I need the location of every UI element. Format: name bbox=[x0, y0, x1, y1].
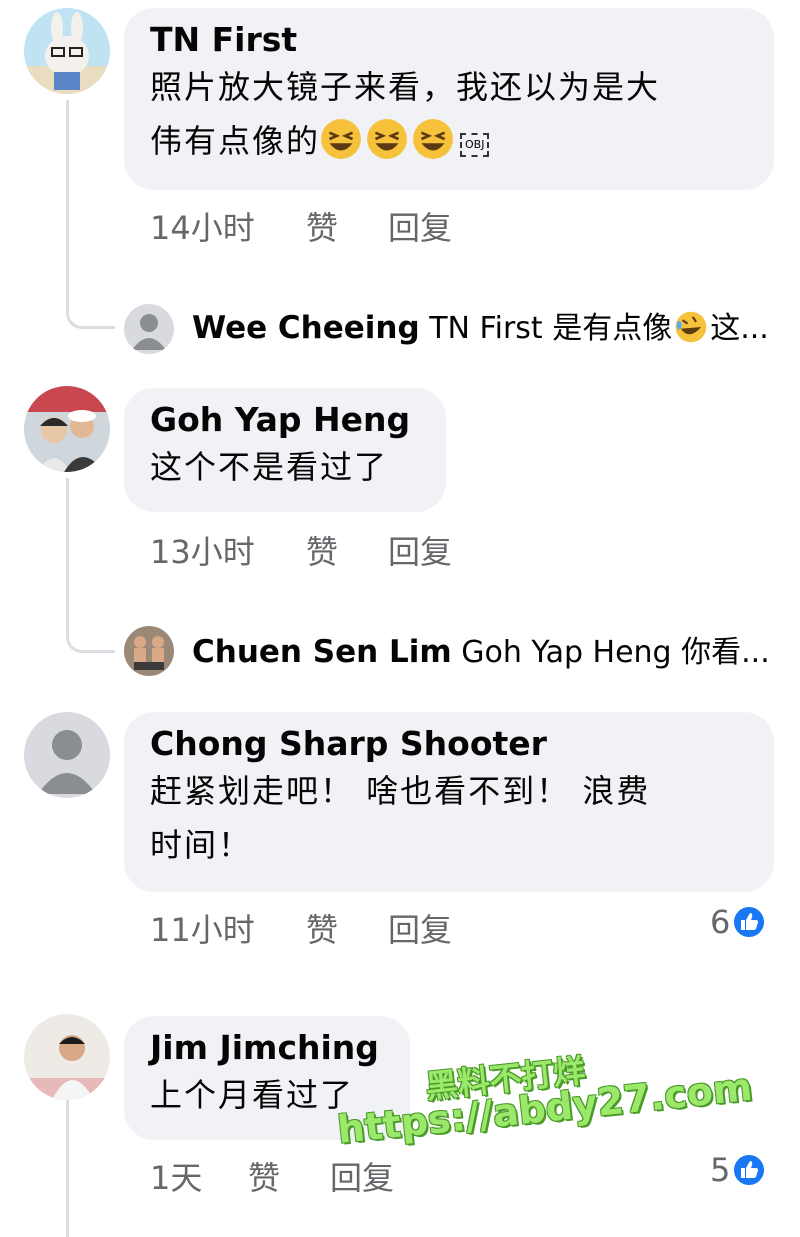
reply-snippet-end: 这... bbox=[710, 311, 769, 346]
thread-line bbox=[66, 478, 69, 613]
avatar[interactable] bbox=[124, 626, 174, 676]
reply-button[interactable]: 回复 bbox=[388, 910, 452, 950]
comment-meta: 14小时赞回复 bbox=[150, 208, 452, 248]
avatar[interactable] bbox=[124, 304, 174, 354]
reaction-count: 6 bbox=[710, 903, 731, 941]
laughing-emoji-icon bbox=[413, 119, 453, 159]
comment-text-line: 伟有点像的 OBJ bbox=[150, 114, 750, 168]
comment-time[interactable]: 11小时 bbox=[150, 910, 306, 950]
comment-author[interactable]: Jim Jimching bbox=[150, 1028, 386, 1068]
rolling-laughing-emoji-icon bbox=[675, 311, 707, 343]
reply-snippet: Goh Yap Heng 你看... bbox=[461, 635, 770, 670]
like-button[interactable]: 赞 bbox=[306, 532, 388, 572]
comment-text: 照片放大镜子来看，我还以为是大 伟有点像的 OBJ bbox=[150, 60, 750, 168]
thread-line bbox=[66, 1100, 69, 1237]
comment-time[interactable]: 13小时 bbox=[150, 532, 306, 572]
reply-preview[interactable]: Wee Cheeing TN First 是有点像 这... bbox=[192, 308, 769, 349]
avatar[interactable] bbox=[24, 386, 110, 472]
like-thumb-icon bbox=[732, 905, 767, 939]
comment-bubble: TN First 照片放大镜子来看，我还以为是大 伟有点像的 OBJ bbox=[124, 8, 774, 190]
comment-time[interactable]: 14小时 bbox=[150, 208, 306, 248]
comment-bubble: Goh Yap Heng 这个不是看过了 bbox=[124, 388, 446, 512]
like-thumb-icon bbox=[732, 1153, 767, 1187]
reply-connector bbox=[66, 280, 115, 329]
comment-text-line: 时间！ bbox=[150, 826, 253, 864]
reply-author[interactable]: Chuen Sen Lim bbox=[192, 634, 452, 670]
reply-preview[interactable]: Chuen Sen Lim Goh Yap Heng 你看... bbox=[192, 632, 770, 673]
avatar[interactable] bbox=[24, 8, 110, 94]
like-button[interactable]: 赞 bbox=[306, 208, 388, 248]
avatar[interactable] bbox=[24, 1014, 110, 1100]
comment-author[interactable]: Goh Yap Heng bbox=[150, 400, 422, 440]
avatar[interactable] bbox=[24, 712, 110, 798]
comment-time[interactable]: 1天 bbox=[150, 1158, 248, 1198]
comment-text-line: 赶紧划走吧！ 啥也看不到！ 浪费 bbox=[150, 772, 651, 810]
laughing-emoji-icon bbox=[367, 119, 407, 159]
laughing-emoji-icon bbox=[321, 119, 361, 159]
reply-author[interactable]: Wee Cheeing bbox=[192, 310, 420, 346]
like-button[interactable]: 赞 bbox=[248, 1158, 330, 1198]
reaction-summary[interactable]: 6 bbox=[710, 902, 767, 942]
comment-text-segment: 伟有点像的 bbox=[150, 122, 321, 160]
comment-author[interactable]: Chong Sharp Shooter bbox=[150, 724, 750, 764]
comment-meta: 1天赞回复 bbox=[150, 1158, 394, 1198]
like-button[interactable]: 赞 bbox=[306, 910, 388, 950]
object-placeholder-tag: OBJ bbox=[460, 133, 490, 157]
comment-bubble: Chong Sharp Shooter 赶紧划走吧！ 啥也看不到！ 浪费 时间！ bbox=[124, 712, 774, 892]
comment-text: 赶紧划走吧！ 啥也看不到！ 浪费 时间！ bbox=[150, 764, 750, 872]
thread-line bbox=[66, 100, 69, 290]
reply-button[interactable]: 回复 bbox=[388, 532, 452, 572]
reply-connector bbox=[66, 604, 115, 653]
reaction-summary[interactable]: 5 bbox=[710, 1150, 767, 1190]
comment-meta: 11小时赞回复 bbox=[150, 910, 452, 950]
comment-meta: 13小时赞回复 bbox=[150, 532, 452, 572]
comment-text-line: 照片放大镜子来看，我还以为是大 bbox=[150, 68, 661, 106]
comment-text: 这个不是看过了 bbox=[150, 448, 389, 486]
reaction-count: 5 bbox=[710, 1151, 731, 1189]
reply-snippet: TN First 是有点像 bbox=[429, 311, 673, 346]
reply-button[interactable]: 回复 bbox=[388, 208, 452, 248]
comment-author[interactable]: TN First bbox=[150, 20, 750, 60]
reply-button[interactable]: 回复 bbox=[330, 1158, 394, 1198]
